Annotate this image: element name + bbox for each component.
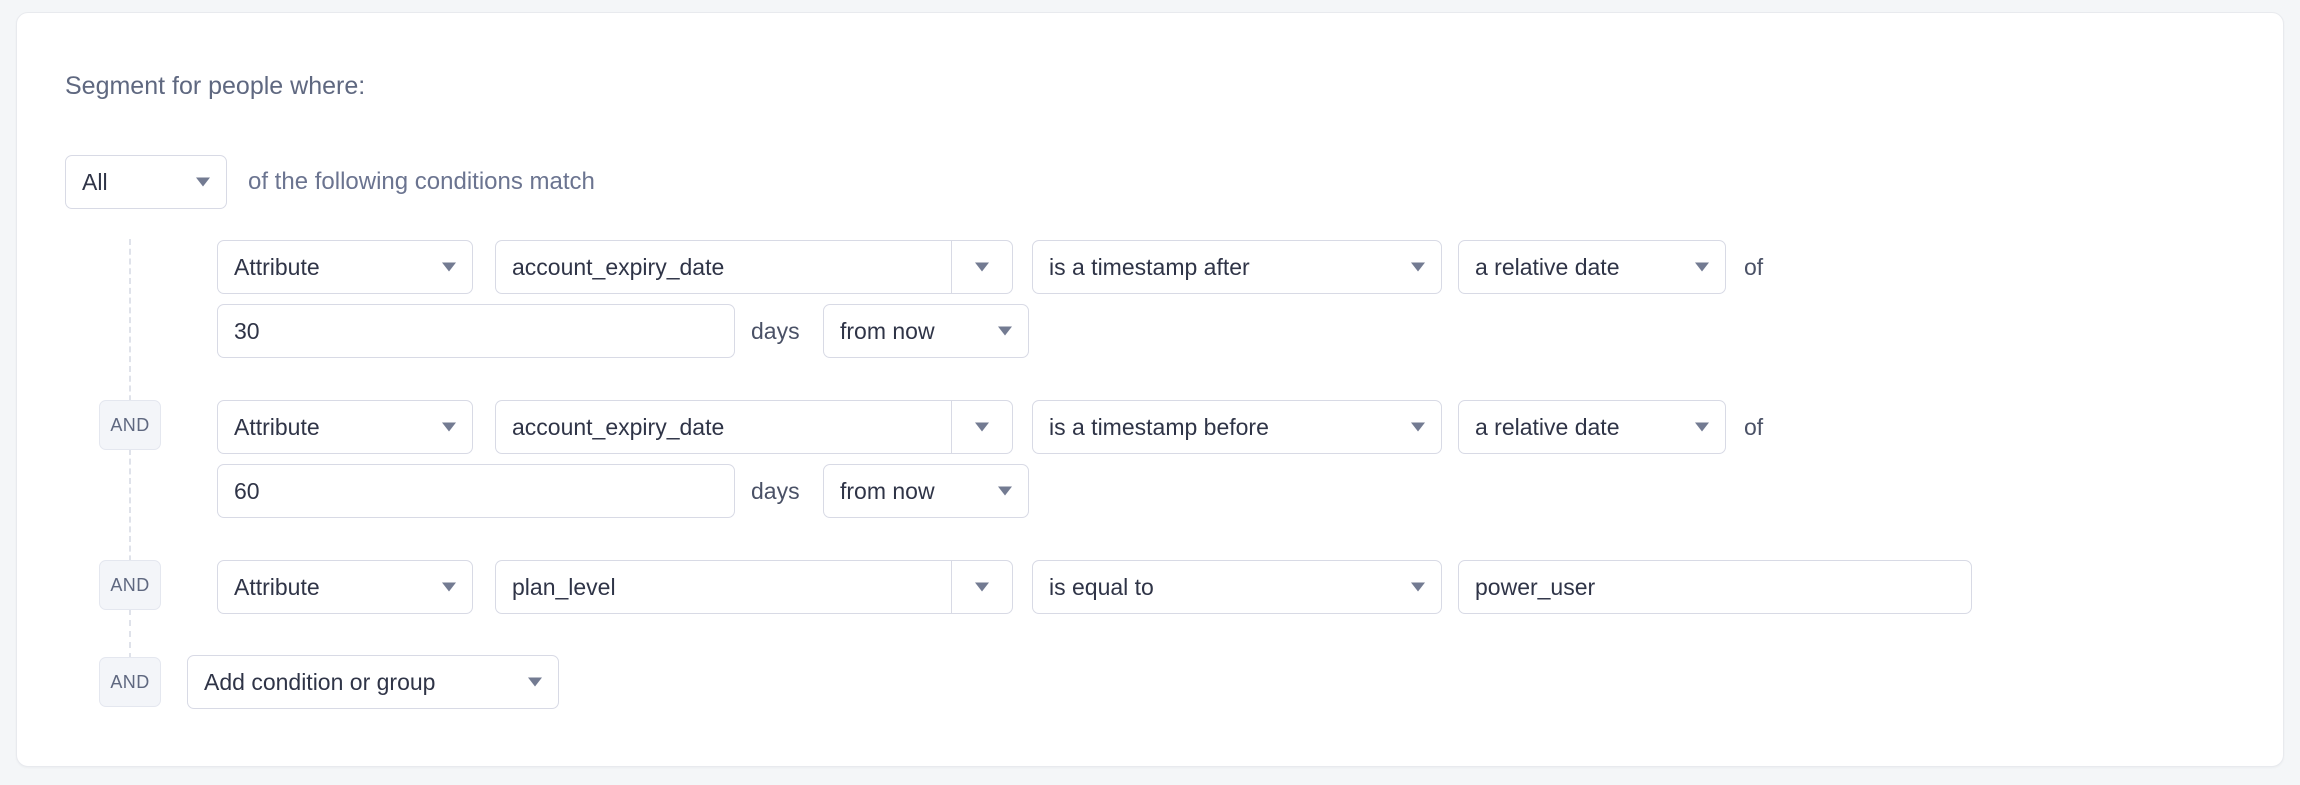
chevron-down-icon [196, 177, 210, 187]
condition-1-amount-input[interactable]: 30 [217, 304, 735, 358]
condition-1-operator-value: is a timestamp after [1049, 253, 1250, 280]
condition-2-unit-label: days [751, 478, 800, 504]
condition-1-source-type-value: Attribute [234, 253, 320, 280]
condition-2-value-kind-select[interactable]: a relative date [1458, 400, 1726, 454]
condition-2-attribute-input[interactable]: account_expiry_date [495, 400, 951, 454]
condition-2-amount-input[interactable]: 60 [217, 464, 735, 518]
chevron-down-icon [442, 582, 456, 592]
segment-builder-card: Segment for people where: All of the fol… [16, 12, 2284, 767]
condition-3-value-input[interactable]: power_user [1458, 560, 1972, 614]
match-type-select-value: All [82, 168, 108, 195]
condition-2-of-label: of [1744, 414, 1764, 440]
chevron-down-icon [1695, 422, 1709, 432]
condition-2-value-kind-value: a relative date [1475, 413, 1620, 440]
match-type-row: All of the following conditions match [65, 155, 595, 209]
condition-3-attribute-combo[interactable]: plan_level [495, 560, 1013, 614]
condition-1-attribute-combo[interactable]: account_expiry_date [495, 240, 1013, 294]
chevron-down-icon [975, 262, 989, 272]
condition-1-direction-value: from now [840, 317, 935, 344]
chevron-down-icon [528, 677, 542, 687]
condition-1-source-type-select[interactable]: Attribute [217, 240, 473, 294]
condition-connector-line-3 [129, 609, 131, 659]
chevron-down-icon [1411, 422, 1425, 432]
chevron-down-icon [1695, 262, 1709, 272]
condition-3-source-type-value: Attribute [234, 573, 320, 600]
add-condition-or-group-button[interactable]: Add condition or group [187, 655, 559, 709]
condition-3-operator-value: is equal to [1049, 573, 1154, 600]
condition-1-unit-label: days [751, 318, 800, 344]
condition-3-source-type-select[interactable]: Attribute [217, 560, 473, 614]
chevron-down-icon [975, 582, 989, 592]
condition-2-attribute-dropdown-button[interactable] [951, 400, 1013, 454]
condition-2-operator-value: is a timestamp before [1049, 413, 1269, 440]
condition-1-operator-select[interactable]: is a timestamp after [1032, 240, 1442, 294]
condition-1-value-kind-select[interactable]: a relative date [1458, 240, 1726, 294]
condition-1-of-label: of [1744, 254, 1764, 280]
chevron-down-icon [975, 422, 989, 432]
condition-3-and-badge[interactable]: AND [99, 560, 161, 610]
match-type-suffix-label: of the following conditions match [248, 168, 595, 195]
condition-2-and-badge[interactable]: AND [99, 400, 161, 450]
condition-2-direction-value: from now [840, 477, 935, 504]
condition-2-source-type-select[interactable]: Attribute [217, 400, 473, 454]
match-type-select[interactable]: All [65, 155, 227, 209]
condition-3-attribute-dropdown-button[interactable] [951, 560, 1013, 614]
chevron-down-icon [442, 262, 456, 272]
condition-2-operator-select[interactable]: is a timestamp before [1032, 400, 1442, 454]
chevron-down-icon [998, 326, 1012, 336]
chevron-down-icon [442, 422, 456, 432]
condition-2-direction-select[interactable]: from now [823, 464, 1029, 518]
condition-3-operator-select[interactable]: is equal to [1032, 560, 1442, 614]
chevron-down-icon [998, 486, 1012, 496]
condition-3-attribute-input[interactable]: plan_level [495, 560, 951, 614]
condition-1-attribute-dropdown-button[interactable] [951, 240, 1013, 294]
segment-builder-page: Segment for people where: All of the fol… [0, 0, 2300, 785]
condition-connector-line-1 [129, 239, 131, 411]
chevron-down-icon [1411, 582, 1425, 592]
condition-connector-line-2 [129, 449, 131, 571]
add-row-and-badge[interactable]: AND [99, 657, 161, 707]
condition-1-value-kind-value: a relative date [1475, 253, 1620, 280]
condition-2-attribute-combo[interactable]: account_expiry_date [495, 400, 1013, 454]
condition-2-source-type-value: Attribute [234, 413, 320, 440]
chevron-down-icon [1411, 262, 1425, 272]
add-condition-or-group-label: Add condition or group [204, 668, 436, 695]
condition-1-attribute-input[interactable]: account_expiry_date [495, 240, 951, 294]
condition-1-direction-select[interactable]: from now [823, 304, 1029, 358]
page-title: Segment for people where: [65, 72, 366, 100]
